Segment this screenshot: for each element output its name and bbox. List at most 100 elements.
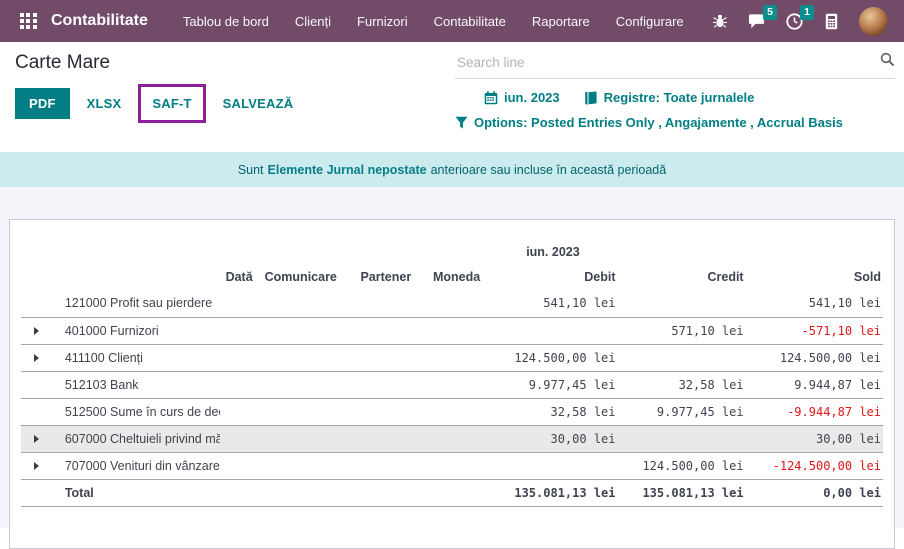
credit-value [618, 425, 746, 452]
date-filter[interactable]: iun. 2023 [484, 90, 560, 105]
caret-right-icon[interactable] [34, 435, 39, 443]
banner-prefix: Sunt [238, 163, 264, 177]
sold-value: 30,00 lei [746, 425, 883, 452]
report-filters: iun. 2023 Registre: Toate jurnalele Opti… [455, 90, 843, 130]
col-header-partener: Partener [347, 264, 425, 290]
chat-icon[interactable]: 5 [748, 12, 766, 30]
account-name[interactable]: 607000 Cheltuieli privind mărfurile [56, 425, 220, 452]
save-button[interactable]: SALVEAZĂ [219, 88, 298, 119]
account-row[interactable]: 607000 Cheltuieli privind mărfurile 30,0… [21, 425, 883, 452]
expand-cell [21, 425, 56, 452]
account-row[interactable]: 512103 Bank 9.977,45 lei 32,58 lei 9.944… [21, 371, 883, 398]
control-panel: Carte Mare PDF XLSX SAF-T SALVEAZĂ iun. … [0, 42, 904, 152]
debit-value: 9.977,45 lei [488, 371, 617, 398]
magnifier-icon[interactable] [880, 52, 895, 72]
account-name[interactable]: 512103 Bank [56, 371, 220, 398]
col-header-debit: Debit [488, 264, 617, 290]
apps-grid-icon[interactable] [20, 13, 37, 30]
account-row[interactable]: 512500 Sume în curs de decontare 32,58 l… [21, 398, 883, 425]
debit-value: 541,10 lei [488, 290, 617, 317]
debit-value: 30,00 lei [488, 425, 617, 452]
account-name[interactable]: 411100 Clienți [56, 344, 220, 371]
report-actions: PDF XLSX SAF-T SALVEAZĂ [15, 84, 297, 123]
account-name[interactable]: 401000 Furnizori [56, 317, 220, 344]
activities-badge: 1 [800, 5, 814, 20]
credit-value: 571,10 lei [618, 317, 746, 344]
total-credit: 135.081,13 lei [618, 479, 746, 506]
sold-value: 541,10 lei [746, 290, 883, 317]
banner-suffix: anterioare sau incluse în această perioa… [431, 163, 667, 177]
col-header-sold: Sold [746, 264, 883, 290]
credit-value: 124.500,00 lei [618, 452, 746, 479]
credit-value [618, 344, 746, 371]
col-header-moneda: Moneda [425, 264, 489, 290]
options-filter-label: Options: Posted Entries Only , Angajamen… [474, 115, 843, 130]
sold-value: -9.944,87 lei [746, 398, 883, 425]
total-row: Total 135.081,13 lei 135.081,13 lei 0,00… [21, 479, 883, 506]
pdf-button[interactable]: PDF [15, 88, 70, 119]
journals-filter[interactable]: Registre: Toate jurnalele [584, 90, 755, 105]
expand-cell [21, 452, 56, 479]
phone-icon[interactable] [822, 12, 840, 30]
ledger-table: iun. 2023 Dată Comunicare Partener Moned… [21, 240, 883, 507]
search-input[interactable] [455, 54, 880, 71]
date-filter-label: iun. 2023 [504, 90, 560, 105]
account-row[interactable]: 411100 Clienți 124.500,00 lei 124.500,00… [21, 344, 883, 371]
sold-value: 124.500,00 lei [746, 344, 883, 371]
clock-icon[interactable]: 1 [785, 12, 803, 30]
unposted-entries-link[interactable]: Elemente Jurnal nepostate [268, 163, 427, 177]
col-header-credit: Credit [618, 264, 746, 290]
caret-right-icon[interactable] [34, 354, 39, 362]
account-row[interactable]: 707000 Venituri din vânzarea mărfurilor … [21, 452, 883, 479]
caret-right-icon[interactable] [34, 327, 39, 335]
sold-value: -124.500,00 lei [746, 452, 883, 479]
debit-value: 32,58 lei [488, 398, 617, 425]
debit-value [488, 452, 617, 479]
expand-cell [21, 290, 56, 317]
nav-item-furnizori[interactable]: Furnizori [357, 14, 408, 29]
account-name[interactable]: 707000 Venituri din vânzarea mărfurilor [56, 452, 220, 479]
debit-value: 124.500,00 lei [488, 344, 617, 371]
xlsx-button[interactable]: XLSX [83, 88, 126, 119]
saft-button[interactable]: SAF-T [148, 88, 195, 119]
user-avatar[interactable] [859, 7, 888, 36]
total-debit: 135.081,13 lei [488, 479, 617, 506]
report-area: iun. 2023 Dată Comunicare Partener Moned… [0, 187, 904, 528]
debit-value [488, 317, 617, 344]
messages-badge: 5 [763, 5, 777, 20]
account-name[interactable]: 512500 Sume în curs de decontare [56, 398, 220, 425]
period-header-row: iun. 2023 [21, 240, 883, 264]
column-header-row: Dată Comunicare Partener Moneda Debit Cr… [21, 264, 883, 290]
nav-item-clienti[interactable]: Clienți [295, 14, 331, 29]
expand-cell [21, 344, 56, 371]
nav-item-contabilitate[interactable]: Contabilitate [434, 14, 506, 29]
total-label: Total [56, 479, 220, 506]
account-row[interactable]: 401000 Furnizori 571,10 lei -571,10 lei [21, 317, 883, 344]
expand-cell [21, 371, 56, 398]
nav-item-tablou-de-bord[interactable]: Tablou de bord [183, 14, 269, 29]
expand-cell [21, 317, 56, 344]
total-sold: 0,00 lei [746, 479, 883, 506]
saft-annotation-box: SAF-T [138, 84, 205, 123]
sold-value: 9.944,87 lei [746, 371, 883, 398]
bug-icon[interactable] [711, 12, 729, 30]
nav-item-raportare[interactable]: Raportare [532, 14, 590, 29]
sold-value: -571,10 lei [746, 317, 883, 344]
credit-value: 9.977,45 lei [618, 398, 746, 425]
top-navbar: Contabilitate Tablou de bord Clienți Fur… [0, 0, 904, 42]
app-name[interactable]: Contabilitate [51, 12, 148, 30]
search-box [455, 52, 895, 79]
credit-value [618, 290, 746, 317]
page-title: Carte Mare [15, 52, 110, 74]
nav-item-configurare[interactable]: Configurare [616, 14, 684, 29]
period-label: iun. 2023 [488, 240, 617, 264]
options-filter[interactable]: Options: Posted Entries Only , Angajamen… [455, 115, 843, 130]
account-name[interactable]: 121000 Profit sau pierdere [56, 290, 220, 317]
credit-value: 32,58 lei [618, 371, 746, 398]
journals-filter-label: Registre: Toate jurnalele [604, 90, 755, 105]
col-header-data: Dată [220, 264, 255, 290]
caret-right-icon[interactable] [34, 462, 39, 470]
ledger-card: iun. 2023 Dată Comunicare Partener Moned… [9, 219, 895, 549]
col-header-comunicare: Comunicare [255, 264, 347, 290]
account-row[interactable]: 121000 Profit sau pierdere 541,10 lei 54… [21, 290, 883, 317]
